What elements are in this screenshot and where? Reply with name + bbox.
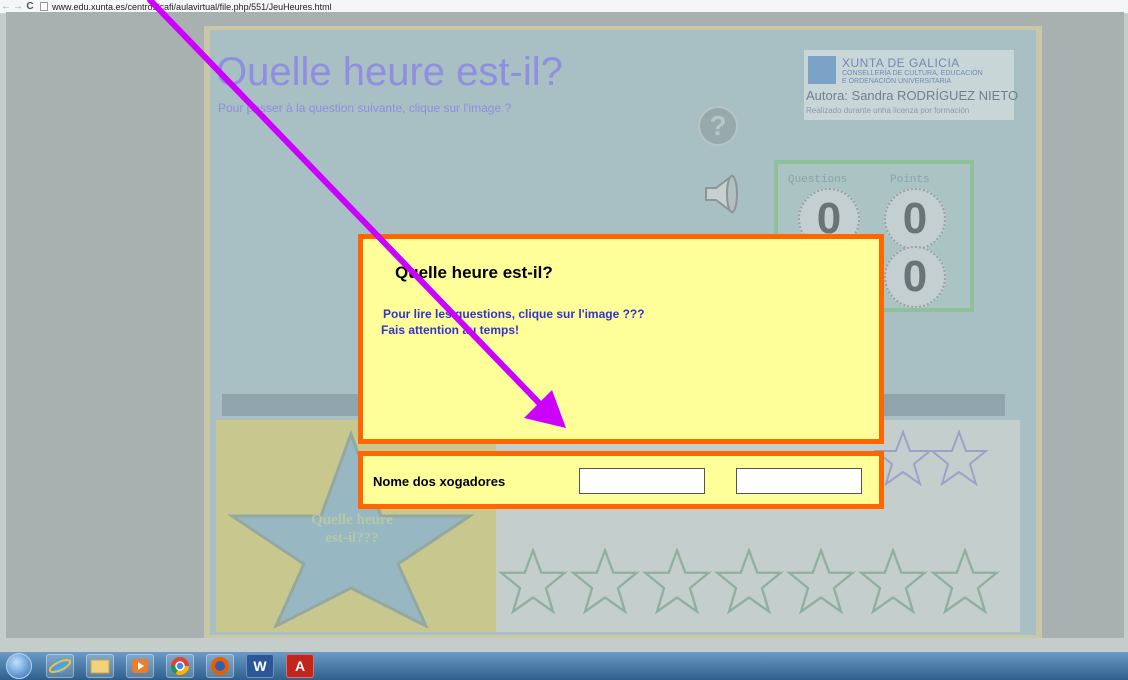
help-button[interactable]: ?: [698, 106, 738, 146]
star-icon[interactable]: [570, 548, 640, 614]
start-star-label[interactable]: Quelle heure est-il???: [262, 511, 442, 547]
word-icon[interactable]: W: [246, 654, 274, 678]
windows-taskbar: W A: [0, 652, 1128, 680]
file-explorer-icon[interactable]: [86, 654, 114, 678]
media-player-icon[interactable]: [126, 654, 154, 678]
players-label: Nome dos xogadores: [373, 474, 506, 489]
secondary-counter: 0: [884, 246, 946, 308]
start-star-label-line1: Quelle heure: [311, 512, 393, 528]
logo-author: Autora: Sandra RODRÍGUEZ NIETO: [806, 88, 1019, 103]
start-star-label-line2: est-il???: [325, 530, 379, 546]
logo-org-name: XUNTA DE GALICIA: [842, 56, 960, 70]
forward-button[interactable]: →: [12, 1, 24, 12]
acrobat-icon[interactable]: A: [286, 654, 314, 678]
dialog-instruction: Pour lire les questions, clique sur l'im…: [383, 307, 645, 321]
xunta-logo: XUNTA DE GALICIA CONSELLERÍA DE CULTURA,…: [804, 50, 1018, 120]
game-subtitle: Pour passer à la question suivante, cliq…: [218, 101, 512, 115]
start-button[interactable]: [6, 653, 32, 679]
star-icon[interactable]: [714, 548, 784, 614]
star-icon[interactable]: [786, 548, 856, 614]
reload-button[interactable]: C: [24, 1, 36, 12]
star-icon[interactable]: [858, 548, 928, 614]
dialog-warning: Fais attention au temps!: [381, 323, 520, 337]
dialog-title: Quelle heure est-il?: [395, 263, 553, 282]
player2-name-input[interactable]: [736, 468, 862, 494]
back-button[interactable]: ←: [0, 1, 12, 12]
firefox-icon[interactable]: [206, 654, 234, 678]
star-icon[interactable]: [930, 548, 1000, 614]
star-icon[interactable]: [930, 430, 988, 486]
points-label: Points: [890, 174, 930, 186]
chrome-icon[interactable]: [166, 654, 194, 678]
url-field[interactable]: www.edu.xunta.es/centros/cafi/aulavirtua…: [52, 2, 332, 12]
players-panel: Nome dos xogadores: [358, 451, 884, 509]
xunta-emblem-icon: [808, 56, 836, 84]
points-counter: 0: [884, 188, 946, 250]
logo-department-line1: CONSELLERÍA DE CULTURA, EDUCACIÓN: [842, 70, 983, 77]
player1-name-input[interactable]: [579, 468, 705, 494]
questions-label: Questions: [788, 174, 848, 186]
page-icon: [40, 2, 48, 11]
star-icon[interactable]: [642, 548, 712, 614]
logo-note: Realizado durante unha licenza por forma…: [806, 106, 970, 115]
speaker-icon[interactable]: [702, 172, 742, 216]
star-icon[interactable]: [498, 548, 568, 614]
game-title: Quelle heure est-il?: [216, 50, 563, 94]
intro-dialog[interactable]: Quelle heure est-il? Pour lire les quest…: [358, 234, 884, 444]
logo-department-line2: E ORDENACIÓN UNIVERSITARIA: [842, 78, 952, 85]
internet-explorer-icon[interactable]: [46, 654, 74, 678]
